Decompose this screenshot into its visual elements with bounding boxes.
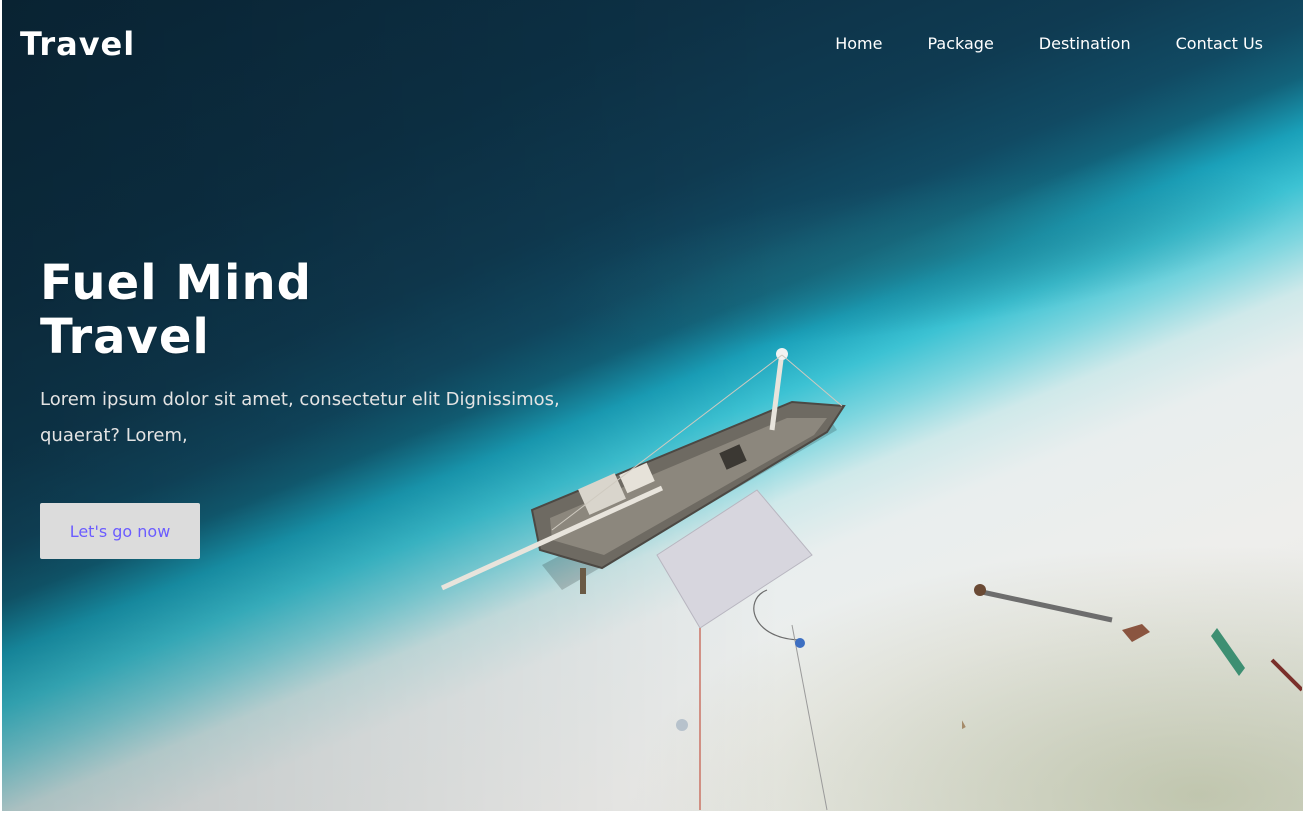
nav-contact-link[interactable]: Contact Us xyxy=(1176,34,1263,54)
hero-headline: Fuel Mind Travel xyxy=(40,256,460,364)
hero-subtitle: Lorem ipsum dolor sit amet, consectetur … xyxy=(40,389,560,446)
hero-headline-line-1: Fuel Mind xyxy=(40,255,313,311)
nav-destination-link[interactable]: Destination xyxy=(1039,34,1131,54)
nav-package-link[interactable]: Package xyxy=(927,34,993,54)
beach-debris xyxy=(962,584,1302,729)
hero-headline-line-2: Travel xyxy=(40,309,210,365)
lets-go-button[interactable]: Let's go now xyxy=(40,503,200,559)
main-nav: Home Package Destination Contact Us xyxy=(790,34,1263,54)
brand-logo[interactable]: Travel xyxy=(20,24,135,64)
nav-home-link[interactable]: Home xyxy=(835,34,882,54)
